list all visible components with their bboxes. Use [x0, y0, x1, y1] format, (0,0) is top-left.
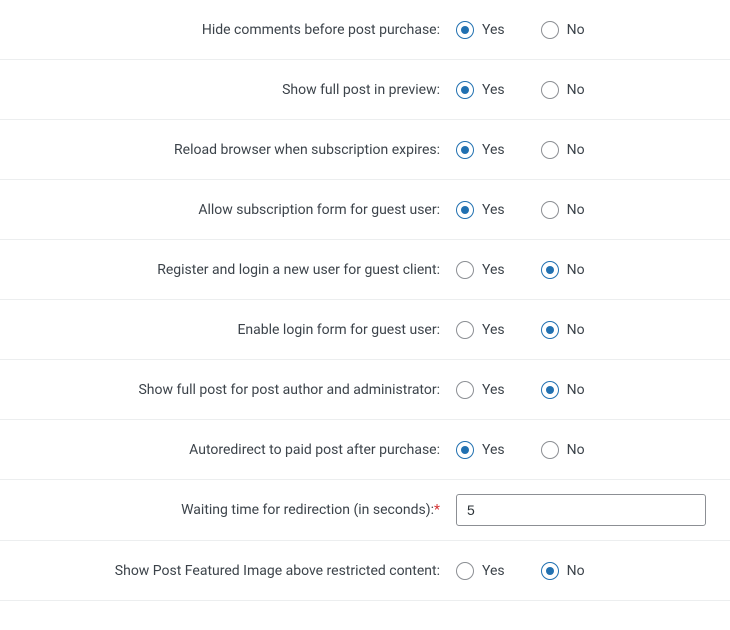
radio-reload-browser-yes[interactable]: Yes: [456, 141, 505, 159]
setting-row-register-guest: Register and login a new user for guest …: [0, 240, 730, 300]
setting-label-hide-comments: Hide comments before post purchase:: [0, 22, 450, 38]
radio-hide-comments-yes[interactable]: Yes: [456, 21, 505, 39]
radio-label-text: No: [567, 382, 585, 398]
radio-icon: [456, 381, 474, 399]
radio-allow-sub-guest-yes[interactable]: Yes: [456, 201, 505, 219]
setting-label-reload-browser: Reload browser when subscription expires…: [0, 142, 450, 158]
radio-icon: [456, 321, 474, 339]
radio-full-post-author-yes[interactable]: Yes: [456, 381, 505, 399]
setting-row-featured-image: Show Post Featured Image above restricte…: [0, 541, 730, 601]
radio-icon: [541, 562, 559, 580]
setting-label-register-guest: Register and login a new user for guest …: [0, 262, 450, 278]
radio-icon: [541, 321, 559, 339]
setting-control-show-full-preview: Yes No: [450, 81, 730, 99]
radio-label-text: No: [567, 82, 585, 98]
setting-row-full-post-author: Show full post for post author and admin…: [0, 360, 730, 420]
input-waiting-time[interactable]: [456, 494, 706, 526]
setting-control-hide-comments: Yes No: [450, 21, 730, 39]
radio-icon: [456, 562, 474, 580]
setting-label-waiting-time: Waiting time for redirection (in seconds…: [0, 502, 450, 518]
radio-label-text: No: [567, 22, 585, 38]
setting-row-hide-comments: Hide comments before post purchase: Yes No: [0, 0, 730, 60]
setting-control-register-guest: Yes No: [450, 261, 730, 279]
radio-icon: [541, 141, 559, 159]
radio-label-text: No: [567, 262, 585, 278]
radio-enable-login-guest-no[interactable]: No: [541, 321, 585, 339]
radio-label-text: Yes: [482, 142, 505, 158]
radio-icon: [456, 141, 474, 159]
radio-label-text: Yes: [482, 82, 505, 98]
radio-label-text: No: [567, 322, 585, 338]
setting-row-reload-browser: Reload browser when subscription expires…: [0, 120, 730, 180]
radio-icon: [456, 81, 474, 99]
radio-icon: [541, 441, 559, 459]
setting-row-show-full-preview: Show full post in preview: Yes No: [0, 60, 730, 120]
setting-row-allow-sub-guest: Allow subscription form for guest user:Y…: [0, 180, 730, 240]
setting-control-enable-login-guest: Yes No: [450, 321, 730, 339]
radio-label-text: Yes: [482, 563, 505, 579]
radio-autoredirect-yes[interactable]: Yes: [456, 441, 505, 459]
setting-row-waiting-time: Waiting time for redirection (in seconds…: [0, 480, 730, 541]
radio-reload-browser-no[interactable]: No: [541, 141, 585, 159]
radio-allow-sub-guest-no[interactable]: No: [541, 201, 585, 219]
setting-label-full-post-author: Show full post for post author and admin…: [0, 382, 450, 398]
radio-register-guest-no[interactable]: No: [541, 261, 585, 279]
radio-full-post-author-no[interactable]: No: [541, 381, 585, 399]
setting-label-allow-sub-guest: Allow subscription form for guest user:: [0, 202, 450, 218]
radio-autoredirect-no[interactable]: No: [541, 441, 585, 459]
setting-control-featured-image: Yes No: [450, 562, 730, 580]
setting-label-autoredirect: Autoredirect to paid post after purchase…: [0, 442, 450, 458]
radio-icon: [456, 441, 474, 459]
setting-control-waiting-time: [450, 494, 730, 526]
radio-icon: [456, 201, 474, 219]
radio-icon: [541, 261, 559, 279]
radio-featured-image-no[interactable]: No: [541, 562, 585, 580]
radio-icon: [541, 21, 559, 39]
radio-show-full-preview-no[interactable]: No: [541, 81, 585, 99]
radio-show-full-preview-yes[interactable]: Yes: [456, 81, 505, 99]
radio-label-text: Yes: [482, 442, 505, 458]
radio-icon: [456, 261, 474, 279]
radio-label-text: Yes: [482, 322, 505, 338]
radio-hide-comments-no[interactable]: No: [541, 21, 585, 39]
setting-control-full-post-author: Yes No: [450, 381, 730, 399]
radio-register-guest-yes[interactable]: Yes: [456, 261, 505, 279]
radio-label-text: Yes: [482, 202, 505, 218]
radio-label-text: Yes: [482, 382, 505, 398]
radio-label-text: No: [567, 142, 585, 158]
radio-icon: [541, 381, 559, 399]
setting-label-featured-image: Show Post Featured Image above restricte…: [0, 563, 450, 579]
radio-icon: [456, 21, 474, 39]
radio-featured-image-yes[interactable]: Yes: [456, 562, 505, 580]
radio-icon: [541, 81, 559, 99]
setting-control-allow-sub-guest: Yes No: [450, 201, 730, 219]
radio-label-text: No: [567, 563, 585, 579]
setting-label-show-full-preview: Show full post in preview:: [0, 82, 450, 98]
setting-row-enable-login-guest: Enable login form for guest user: Yes No: [0, 300, 730, 360]
setting-row-autoredirect: Autoredirect to paid post after purchase…: [0, 420, 730, 480]
radio-label-text: No: [567, 202, 585, 218]
setting-label-enable-login-guest: Enable login form for guest user:: [0, 322, 450, 338]
setting-control-autoredirect: Yes No: [450, 441, 730, 459]
radio-label-text: Yes: [482, 22, 505, 38]
radio-label-text: Yes: [482, 262, 505, 278]
radio-label-text: No: [567, 442, 585, 458]
setting-control-reload-browser: Yes No: [450, 141, 730, 159]
radio-enable-login-guest-yes[interactable]: Yes: [456, 321, 505, 339]
required-asterisk: *: [434, 502, 440, 518]
radio-icon: [541, 201, 559, 219]
